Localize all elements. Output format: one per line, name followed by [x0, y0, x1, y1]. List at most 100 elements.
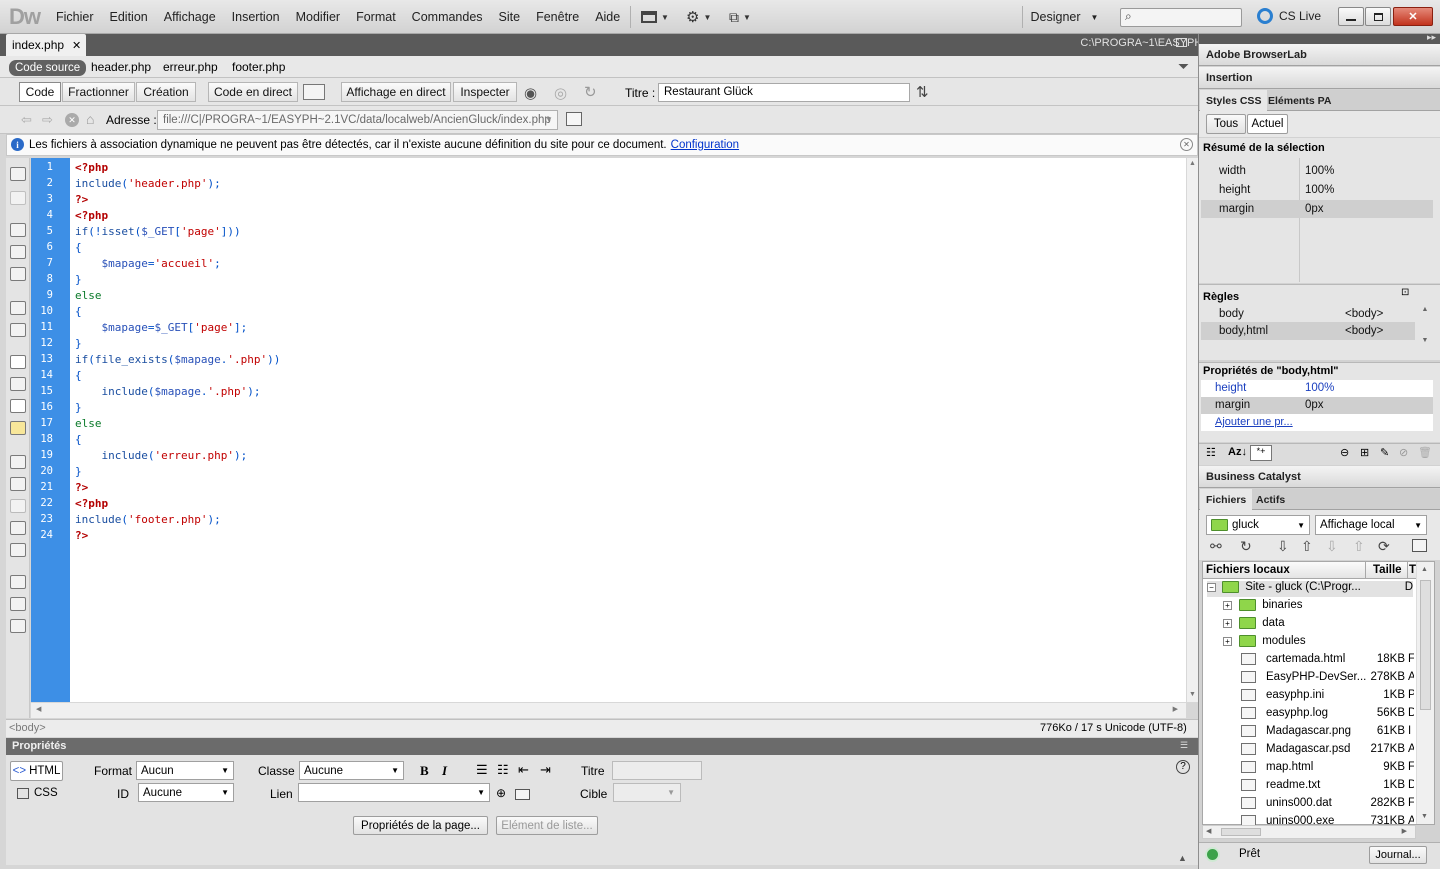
file-management-icon[interactable]: ⇅	[916, 83, 929, 101]
code-line[interactable]: }	[75, 337, 82, 350]
scroll-up-icon[interactable]: ▲	[1421, 566, 1428, 573]
expand-icon[interactable]: +	[1223, 618, 1232, 628]
live-view-button[interactable]: Affichage en direct	[341, 82, 451, 102]
category-view-icon[interactable]: ☷	[1206, 446, 1216, 459]
help-search-input[interactable]: ⌕	[1120, 8, 1242, 27]
related-file-footer[interactable]: footer.php	[232, 60, 285, 74]
tab-assets[interactable]: Actifs	[1250, 489, 1291, 510]
document-tab[interactable]: index.php ✕	[6, 34, 86, 56]
scroll-left-icon[interactable]: ◀	[36, 705, 41, 713]
file-row[interactable]: Madagascar.png 61KB I	[1241, 725, 1413, 737]
add-property-link[interactable]: Ajouter une pr...	[1215, 416, 1293, 428]
live-code-button[interactable]: Code en direct	[208, 82, 298, 102]
browse-folder-icon[interactable]	[515, 789, 530, 800]
properties-panel-header[interactable]	[6, 738, 1198, 755]
apply-comment-icon[interactable]	[10, 455, 26, 469]
refresh-icon[interactable]: ↻	[584, 83, 597, 101]
site-menu-button[interactable]: ⧉ ▼	[729, 6, 751, 28]
recent-snippets-icon[interactable]	[10, 521, 26, 535]
restore-doc-icon[interactable]	[1176, 38, 1187, 47]
home-icon[interactable]: ⌂	[86, 111, 94, 127]
extend-menu-button[interactable]: ⚙ ▼	[686, 6, 711, 28]
indent-code-icon[interactable]	[10, 575, 26, 589]
code-editor[interactable]: <?php include('header.php'); ?> <?php if(!is…	[70, 158, 1186, 702]
code-line[interactable]: {	[75, 433, 82, 446]
menu-fichier[interactable]: Fichier	[48, 10, 102, 24]
title-input[interactable]: Restaurant Glück	[658, 83, 910, 102]
type-column[interactable]: T	[1408, 562, 1416, 579]
balance-braces-icon[interactable]	[10, 323, 26, 337]
code-line[interactable]: include($mapage.'.php');	[75, 385, 260, 398]
scroll-right-icon[interactable]: ▶	[1173, 705, 1178, 713]
folder-row[interactable]: + data	[1223, 617, 1285, 629]
editor-vertical-scrollbar[interactable]: ▲ ▼	[1186, 158, 1198, 702]
html-mode-button[interactable]: <> HTML	[10, 761, 63, 781]
code-line[interactable]: {	[75, 241, 82, 254]
file-row[interactable]: Madagascar.psd 217KB A	[1241, 743, 1414, 755]
move-css-icon[interactable]	[10, 543, 26, 557]
address-input[interactable]: file:///C|/PROGRA~1/EASYPH~2.1VC/data/lo…	[157, 110, 558, 130]
code-line[interactable]: if(!isset($_GET['page']))	[75, 225, 241, 238]
code-line[interactable]: include('header.php');	[75, 177, 221, 190]
code-line[interactable]: {	[75, 305, 82, 318]
collapse-selection-icon[interactable]	[10, 245, 26, 259]
list-item-button[interactable]: Elément de liste...	[496, 816, 598, 835]
code-line[interactable]: else	[75, 417, 102, 430]
tab-files[interactable]: Fichiers	[1200, 489, 1253, 510]
business-catalyst-header[interactable]: Business Catalyst	[1199, 466, 1440, 488]
scroll-left-icon[interactable]: ◀	[1206, 827, 1211, 835]
filter-icon[interactable]: ⏷	[1178, 58, 1189, 75]
wrap-tag-icon[interactable]	[10, 499, 26, 513]
browserlab-panel-header[interactable]: Adobe BrowserLab	[1199, 44, 1440, 66]
browser-preview-icon[interactable]: ◉	[524, 84, 537, 102]
code-line[interactable]: ?>	[75, 481, 88, 494]
design-view-button[interactable]: Création	[136, 82, 196, 102]
panel-menu-icon[interactable]: ☰	[1180, 740, 1188, 751]
highlight-invalid-code-icon[interactable]	[10, 377, 26, 391]
file-tree-scrollbar[interactable]: ▲ ▼	[1416, 562, 1434, 824]
help-icon[interactable]: ?	[1176, 760, 1190, 774]
inspect-button[interactable]: Inspecter	[453, 82, 517, 102]
expand-all-icon[interactable]	[10, 267, 26, 281]
code-line[interactable]: }	[75, 465, 82, 478]
close-infobar-icon[interactable]: ✕	[1180, 138, 1193, 151]
stop-icon[interactable]: ✕	[65, 113, 79, 127]
page-properties-button[interactable]: Propriétés de la page...	[353, 816, 488, 835]
synchronize-icon[interactable]: ⟳	[1378, 538, 1390, 555]
line-numbers-icon[interactable]	[10, 355, 26, 369]
tab-ap-elements[interactable]: Eléments PA	[1262, 90, 1337, 111]
alphabetical-view-icon[interactable]: Az↓	[1228, 446, 1247, 458]
target-select[interactable]: ▼	[613, 783, 681, 802]
address-dropdown-icon[interactable]: ▼	[545, 115, 553, 124]
set-properties-view-icon[interactable]: *+	[1250, 445, 1272, 461]
all-button[interactable]: Tous	[1206, 114, 1246, 134]
indent-icon[interactable]: ⇥	[540, 762, 551, 778]
id-select[interactable]: Aucune ▼	[138, 783, 234, 802]
workspace-switcher[interactable]: Designer ▼	[1022, 6, 1106, 28]
menu-commandes[interactable]: Commandes	[404, 10, 491, 24]
file-tree-hscrollbar[interactable]: ◀ ▶	[1202, 825, 1416, 839]
title-field-input[interactable]	[612, 761, 702, 780]
forward-icon[interactable]: ⇨	[42, 112, 53, 128]
expand-icon[interactable]: +	[1223, 600, 1232, 610]
bold-button[interactable]: B	[420, 763, 429, 779]
insertion-panel-header[interactable]: Insertion	[1199, 67, 1440, 89]
new-rule-icon[interactable]: ⊞	[1360, 446, 1369, 459]
view-select[interactable]: Affichage local ▼	[1315, 515, 1427, 535]
menu-modifier[interactable]: Modifier	[288, 10, 348, 24]
check-in-icon[interactable]: ⇧	[1353, 538, 1365, 555]
file-row[interactable]: readme.txt 1KB D	[1241, 779, 1414, 791]
folder-row[interactable]: + modules	[1223, 635, 1306, 647]
file-row[interactable]: unins000.dat 282KB F	[1241, 797, 1414, 809]
visual-aids-icon[interactable]: ◎	[554, 84, 567, 102]
menu-fenetre[interactable]: Fenêtre	[528, 10, 587, 24]
back-icon[interactable]: ⇦	[21, 112, 32, 128]
syntax-coloring-icon[interactable]	[10, 421, 26, 435]
menu-edition[interactable]: Edition	[102, 10, 156, 24]
connect-icon[interactable]: ⚯	[1210, 538, 1222, 555]
size-column[interactable]: Taille	[1366, 562, 1408, 579]
cs-live-button[interactable]: CS Live	[1257, 8, 1321, 24]
live-options-icon[interactable]	[303, 84, 325, 100]
format-source-icon[interactable]	[10, 619, 26, 633]
code-line[interactable]: $mapage=$_GET['page'];	[75, 321, 247, 334]
